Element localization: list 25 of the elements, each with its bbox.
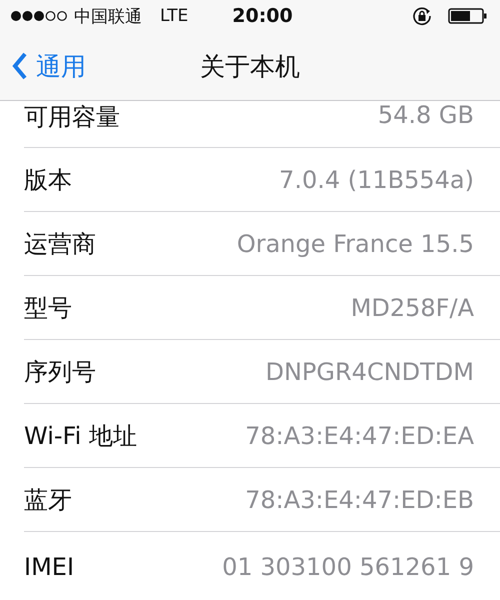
row-value: DNPGR4CNDTDM: [266, 358, 474, 386]
row-value: 01 303100 561261 9: [222, 552, 474, 580]
row-value: 7.0.4 (11B554a): [279, 166, 474, 194]
network-type: LTE: [160, 6, 188, 26]
row-label: 版本: [24, 164, 72, 196]
row-label: 型号: [24, 292, 72, 324]
row-label: IMEI: [24, 552, 74, 580]
row-value: 78:A3:E4:47:ED:EB: [245, 486, 474, 514]
row-label: Wi-Fi 地址: [24, 420, 137, 452]
row-label: 序列号: [24, 356, 96, 388]
row-value: 78:A3:E4:47:ED:EA: [245, 422, 474, 450]
carrier-name: 中国联通: [74, 6, 142, 28]
row-value: Orange France 15.5: [236, 230, 474, 258]
row-value: 54.8 GB: [378, 101, 474, 129]
row-label: 蓝牙: [24, 484, 72, 516]
clock-time: 20:00: [232, 5, 294, 27]
chevron-left-icon: [12, 52, 28, 80]
battery-icon: [448, 7, 488, 25]
rotation-lock-icon: [412, 6, 432, 26]
page-title: 关于本机: [200, 50, 300, 82]
row-label: 运营商: [24, 228, 96, 260]
row-value: MD258F/A: [350, 294, 474, 322]
back-button[interactable]: 通用: [0, 50, 86, 82]
signal-icon: [10, 10, 68, 22]
row-label: 可用容量: [24, 102, 120, 133]
